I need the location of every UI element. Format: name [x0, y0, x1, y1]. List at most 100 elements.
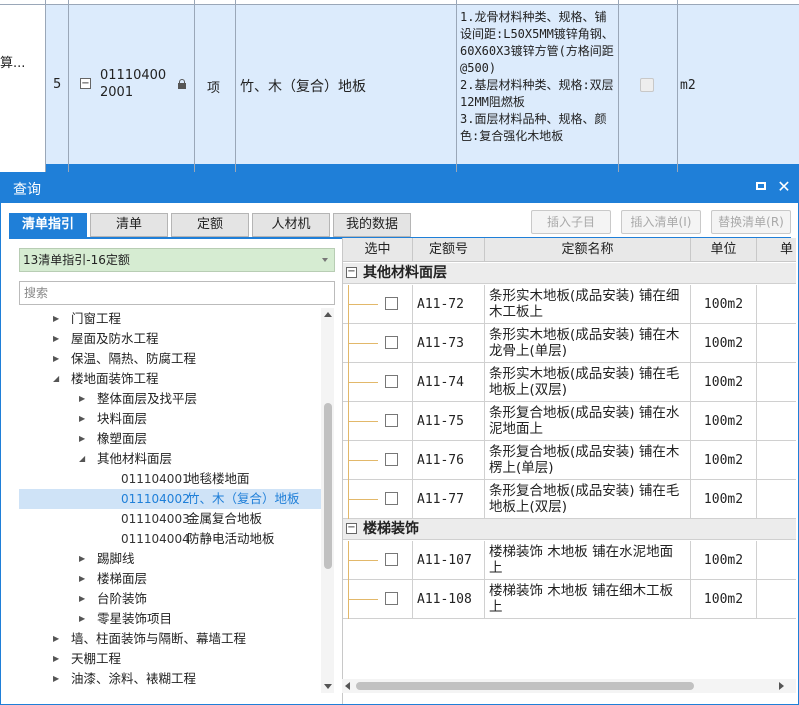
- header-unit[interactable]: 单位: [691, 238, 757, 262]
- collapsed-arrow-icon[interactable]: ▶: [79, 569, 89, 589]
- tree-leaf-item[interactable]: 011104004 防静电活动地板: [19, 529, 321, 549]
- table-row[interactable]: A11-73条形实木地板(成品安装) 铺在木龙骨上(单层)100m25: [343, 324, 796, 363]
- tree-leaf-item[interactable]: 011104001 地毯楼地面: [19, 469, 321, 489]
- header-select[interactable]: 选中: [343, 238, 413, 262]
- bill-code[interactable]: 01110400 2001: [100, 67, 170, 101]
- search-input[interactable]: [19, 281, 335, 305]
- collapsed-arrow-icon[interactable]: ▶: [79, 389, 89, 409]
- select-col[interactable]: [343, 402, 413, 441]
- expanded-arrow-icon[interactable]: ◢: [53, 369, 63, 389]
- select-col[interactable]: [343, 580, 413, 619]
- tree-node[interactable]: ▶ 零星装饰项目: [19, 609, 321, 629]
- collapsed-arrow-icon[interactable]: ▶: [53, 649, 63, 669]
- tab-my-data[interactable]: 我的数据: [333, 213, 411, 237]
- dialog-titlebar[interactable]: 查询 ✕: [1, 173, 798, 203]
- grid-section-header[interactable]: − 其他材料面层: [343, 263, 796, 284]
- tree-node[interactable]: ▶ 油漆、涂料、裱糊工程: [19, 669, 321, 689]
- tree-node[interactable]: ▶ 保温、隔热、防腐工程: [19, 349, 321, 369]
- table-row[interactable]: A11-76条形复合地板(成品安装) 铺在木楞上(单层)100m23: [343, 441, 796, 480]
- row-checkbox[interactable]: [385, 453, 398, 466]
- collapsed-arrow-icon[interactable]: ▶: [79, 549, 89, 569]
- collapsed-arrow-icon[interactable]: ▶: [79, 429, 89, 449]
- grid-hscrollbar[interactable]: [342, 679, 796, 693]
- row-checkbox[interactable]: [385, 414, 398, 427]
- tree-node[interactable]: ◢ 其他材料面层: [19, 449, 321, 469]
- close-icon[interactable]: ✕: [775, 178, 793, 196]
- collapsed-arrow-icon[interactable]: ▶: [79, 409, 89, 429]
- tree-node[interactable]: ▶ 门窗工程: [19, 309, 321, 329]
- tab-list-guide[interactable]: 清单指引: [9, 213, 87, 237]
- tree-leaf-item[interactable]: 011104002 竹、木（复合）地板: [19, 489, 321, 509]
- row-checkbox[interactable]: [385, 553, 398, 566]
- tree-node[interactable]: ▶ 天棚工程: [19, 649, 321, 669]
- tree-scrollbar[interactable]: [321, 308, 334, 693]
- col-divider: [235, 0, 236, 172]
- quota-price: 27: [757, 402, 796, 441]
- row-checkbox[interactable]: [385, 592, 398, 605]
- maximize-icon[interactable]: [753, 178, 771, 196]
- row-checkbox[interactable]: [385, 492, 398, 505]
- tree-node[interactable]: ▶ 块料面层: [19, 409, 321, 429]
- tree-node[interactable]: ▶ 楼梯面层: [19, 569, 321, 589]
- collapse-icon[interactable]: −: [80, 78, 91, 89]
- bill-checkbox[interactable]: [640, 78, 654, 92]
- collapsed-arrow-icon[interactable]: ▶: [79, 589, 89, 609]
- header-price[interactable]: 单: [757, 238, 796, 262]
- scroll-thumb[interactable]: [356, 682, 694, 690]
- collapsed-arrow-icon[interactable]: ▶: [53, 349, 63, 369]
- tree-node[interactable]: ▶ 墙、柱面装饰与隔断、幕墙工程: [19, 629, 321, 649]
- scroll-left-icon[interactable]: [345, 682, 350, 690]
- bill-unit[interactable]: m2: [680, 78, 696, 93]
- tab-list[interactable]: 清单: [90, 213, 168, 237]
- select-col[interactable]: [343, 480, 413, 519]
- expanded-arrow-icon[interactable]: ◢: [79, 449, 89, 469]
- table-row[interactable]: A11-108楼梯装饰 木地板 铺在细木工板上100m212: [343, 580, 796, 619]
- scroll-thumb[interactable]: [324, 403, 332, 569]
- guide-library-select[interactable]: 13清单指引-16定额: [19, 248, 335, 272]
- tree-node[interactable]: ▶ 橡塑面层: [19, 429, 321, 449]
- tree-node[interactable]: ▶ 整体面层及找平层: [19, 389, 321, 409]
- collapse-icon[interactable]: −: [346, 267, 357, 278]
- table-row[interactable]: A11-77条形复合地板(成品安装) 铺在毛地板上(双层)100m282: [343, 480, 796, 519]
- insert-list-button[interactable]: 插入清单(I): [621, 210, 701, 234]
- row-checkbox[interactable]: [385, 297, 398, 310]
- bill-description[interactable]: 1.龙骨材料种类、规格、铺设间距:L50X5MM镀锌角钢、60X60X3镀锌方管…: [460, 9, 616, 145]
- bill-name[interactable]: 竹、木（复合）地板: [240, 76, 366, 96]
- replace-list-button[interactable]: 替换清单(R): [711, 210, 791, 234]
- scroll-up-icon[interactable]: [324, 312, 332, 317]
- tree-node[interactable]: ▶ 台阶装饰: [19, 589, 321, 609]
- header-quota-code[interactable]: 定额号: [413, 238, 485, 262]
- row-checkbox[interactable]: [385, 375, 398, 388]
- select-col[interactable]: [343, 285, 413, 324]
- scroll-down-icon[interactable]: [324, 684, 332, 689]
- select-col[interactable]: [343, 324, 413, 363]
- tab-quota[interactable]: 定额: [171, 213, 249, 237]
- scroll-right-icon[interactable]: [779, 682, 784, 690]
- select-col[interactable]: [343, 541, 413, 580]
- tab-labor-material[interactable]: 人材机: [252, 213, 330, 237]
- guide-tree: ▶ 门窗工程 ▶ 屋面及防水工程 ▶ 保温、隔热、防腐工程 ◢ 楼地面装饰工程 ▶ 整体面层及找平…: [19, 308, 321, 693]
- tree-node[interactable]: ▶ 踢脚线: [19, 549, 321, 569]
- header-quota-name[interactable]: 定额名称: [485, 238, 691, 262]
- tree-node[interactable]: ◢ 楼地面装饰工程: [19, 369, 321, 389]
- next-bill-row[interactable]: [45, 164, 799, 172]
- tree-leaf-item[interactable]: 011104003 金属复合地板: [19, 509, 321, 529]
- grid-section-header[interactable]: − 楼梯装饰: [343, 519, 796, 540]
- select-col[interactable]: [343, 441, 413, 480]
- insert-child-button[interactable]: 插入子目: [531, 210, 611, 234]
- tree-node-label: 其他材料面层: [97, 451, 173, 466]
- table-row[interactable]: A11-74条形实木地板(成品安装) 铺在毛地板上(双层)100m29: [343, 363, 796, 402]
- collapsed-arrow-icon[interactable]: ▶: [53, 329, 63, 349]
- table-row[interactable]: A11-107楼梯装饰 木地板 铺在水泥地面上100m26: [343, 541, 796, 580]
- collapsed-arrow-icon[interactable]: ▶: [53, 669, 63, 689]
- collapsed-arrow-icon[interactable]: ▶: [53, 309, 63, 329]
- table-row[interactable]: A11-75条形复合地板(成品安装) 铺在水泥地面上100m227: [343, 402, 796, 441]
- tree-node[interactable]: ▶ 屋面及防水工程: [19, 329, 321, 349]
- table-row[interactable]: A11-72条形实木地板(成品安装) 铺在细木工板上100m277: [343, 285, 796, 324]
- collapsed-arrow-icon[interactable]: ▶: [53, 629, 63, 649]
- collapsed-arrow-icon[interactable]: ▶: [79, 609, 89, 629]
- bill-type[interactable]: 项: [207, 77, 220, 96]
- collapse-icon[interactable]: −: [346, 523, 357, 534]
- select-col[interactable]: [343, 363, 413, 402]
- row-checkbox[interactable]: [385, 336, 398, 349]
